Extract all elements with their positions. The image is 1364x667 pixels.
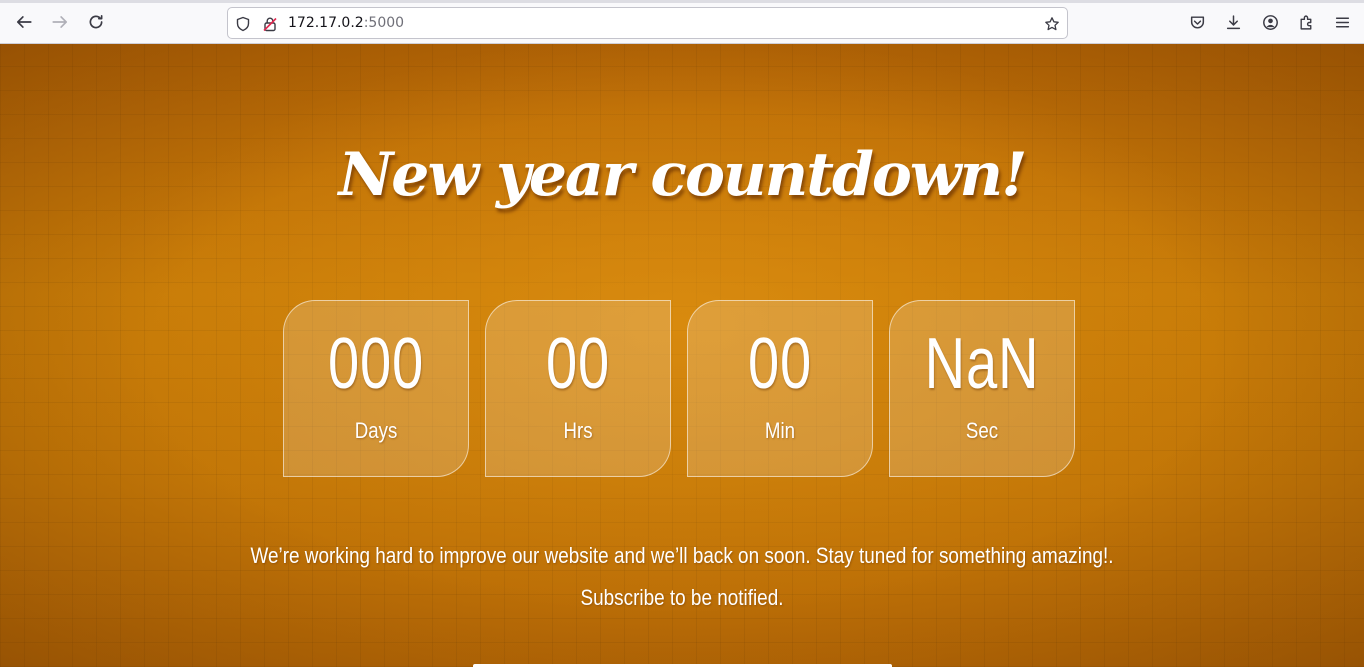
countdown-seconds-box: NaN Sec — [889, 300, 1075, 477]
page-title: New year countdown! — [338, 140, 1027, 210]
hamburger-menu-icon — [1335, 17, 1349, 27]
pocket-button[interactable] — [1187, 12, 1207, 32]
countdown-seconds-label: Sec — [965, 418, 999, 443]
info-message: We’re working hard to improve our websit… — [250, 543, 1114, 568]
downloads-button[interactable] — [1223, 12, 1243, 32]
countdown-hours-value: 00 — [545, 324, 611, 404]
countdown-minutes-box: 00 Min — [687, 300, 873, 477]
address-bar[interactable]: 172.17.0.2:5000 — [227, 7, 1068, 39]
arrow-right-icon — [52, 16, 68, 28]
shield-icon[interactable] — [233, 14, 253, 34]
back-button[interactable] — [13, 11, 35, 33]
arrow-left-icon — [16, 16, 32, 28]
countdown-days-label: Days — [354, 418, 398, 443]
countdown-seconds-value: NaN — [924, 324, 1040, 404]
menu-button[interactable] — [1332, 12, 1352, 32]
countdown-days-box: 000 Days — [283, 300, 469, 477]
toolbar-top-border — [0, 0, 1364, 3]
extensions-button[interactable] — [1296, 12, 1316, 32]
insecure-lock-icon[interactable] — [260, 14, 280, 34]
url-text[interactable]: 172.17.0.2:5000 — [288, 15, 404, 31]
pocket-icon — [1190, 15, 1204, 29]
subscribe-message: Subscribe to be notified. — [580, 585, 784, 610]
url-port: :5000 — [363, 15, 405, 31]
account-icon — [1262, 14, 1278, 30]
url-host: 172.17.0.2 — [288, 15, 364, 31]
download-icon — [1226, 14, 1240, 29]
browser-toolbar: 172.17.0.2:5000 — [0, 0, 1364, 44]
countdown-days-value: 000 — [327, 324, 425, 404]
reload-icon — [89, 14, 103, 29]
bookmark-star-icon[interactable] — [1042, 14, 1062, 34]
countdown-hours-label: Hrs — [563, 418, 593, 443]
account-button[interactable] — [1260, 12, 1280, 32]
countdown-minutes-value: 00 — [747, 324, 813, 404]
countdown-hours-box: 00 Hrs — [485, 300, 671, 477]
puzzle-piece-icon — [1299, 15, 1311, 30]
reload-button[interactable] — [85, 11, 107, 33]
countdown-minutes-label: Min — [764, 418, 796, 443]
forward-button[interactable] — [49, 11, 71, 33]
countdown-page: New year countdown! 000 Days 00 Hrs 00 M… — [0, 44, 1364, 667]
